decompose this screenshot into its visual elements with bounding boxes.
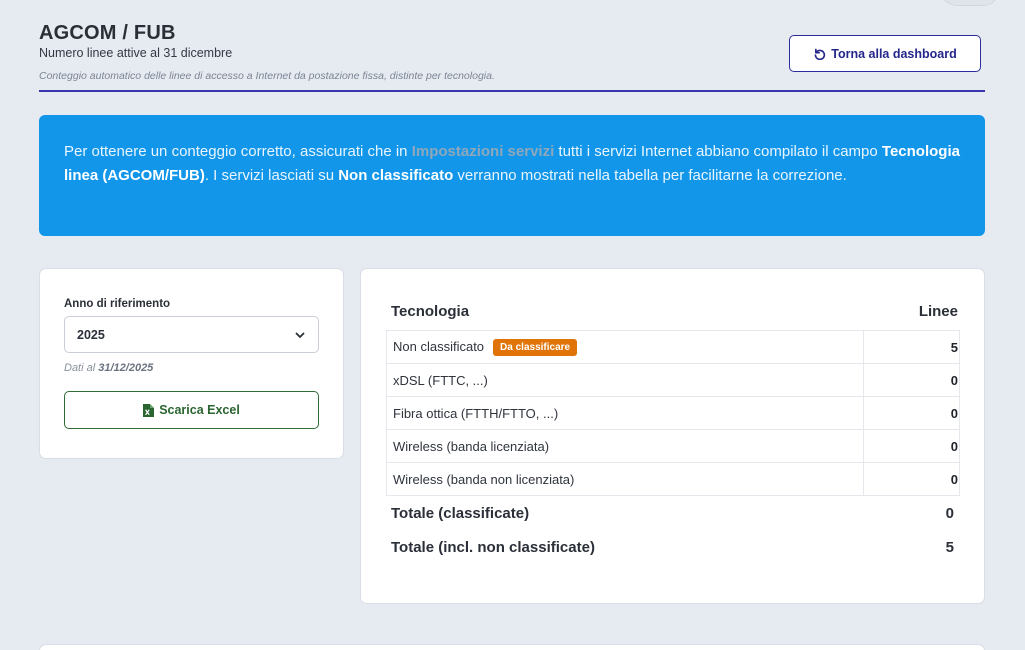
info-text-4: verranno mostrati nella tabella per faci… [453,167,847,184]
data-date-value: 31/12/2025 [98,362,154,374]
status-badge: Da classificare [493,338,578,356]
row-technology: Fibra ottica (FTTH/FTTO, ...) [386,396,864,430]
table-row: xDSL (FTTC, ...) 0 [386,363,960,397]
next-section-card [39,644,985,650]
row-lines: 0 [863,429,960,463]
row-technology-label: Non classificato [393,338,485,354]
data-date-note: Dati al 31/12/2025 [64,362,319,374]
data-date-prefix: Dati al [64,362,96,374]
year-label: Anno di riferimento [64,298,171,310]
total-classified-value: 0 [945,505,954,522]
info-text-2: tutti i servizi Internet abbiano compila… [554,143,882,160]
table-row: Wireless (banda licenziata) 0 [386,429,960,463]
year-select[interactable]: 2025 [64,316,319,353]
download-excel-button[interactable]: Scarica Excel [64,391,319,429]
filters-card: Anno di riferimento 2025 Dati al 31/12/2… [39,268,344,459]
col-header-technology: Tecnologia [391,303,470,320]
info-text-1: Per ottenere un conteggio corretto, assi… [64,143,412,160]
total-all-row: Totale (incl. non classificate) 5 [391,539,954,556]
total-classified-row: Totale (classificate) 0 [391,505,954,522]
header-divider [39,90,985,92]
top-right-ghost [940,0,1000,6]
total-all-label: Totale (incl. non classificate) [391,539,595,556]
row-lines: 5 [863,330,960,364]
lines-table-card: Tecnologia Linee Non classificato Da clas… [360,268,985,604]
info-bold-2: Non classificato [338,167,454,184]
row-technology: Wireless (banda non licenziata) [386,462,864,496]
back-to-dashboard-button[interactable]: Torna alla dashboard [789,35,981,72]
table-row: Non classificato Da classificare 5 [386,330,960,364]
excel-file-icon [143,403,155,417]
table-header: Tecnologia Linee [391,303,958,321]
year-select-value: 2025 [77,327,105,342]
chevron-down-icon [295,332,305,338]
table-row: Fibra ottica (FTTH/FTTO, ...) 0 [386,396,960,430]
back-button-label: Torna alla dashboard [831,46,957,61]
info-text-3: . I servizi lasciati su [204,167,339,184]
page-header: AGCOM / FUB Numero linee attive al 31 di… [39,22,985,92]
total-classified-label: Totale (classificate) [391,505,530,522]
total-all-value: 5 [945,539,954,556]
row-technology: Non classificato Da classificare [386,330,864,364]
row-technology: xDSL (FTTC, ...) [386,363,864,397]
impostazioni-servizi-link[interactable]: Impostazioni servizi [412,143,555,160]
row-lines: 0 [863,363,960,397]
row-lines: 0 [863,462,960,496]
excel-button-label: Scarica Excel [159,403,240,417]
info-banner: Per ottenere un conteggio corretto, assi… [39,115,985,236]
undo-arrow-icon [814,48,826,60]
row-technology: Wireless (banda licenziata) [386,429,864,463]
lines-table: Non classificato Da classificare 5 xDSL (… [386,330,960,496]
table-row: Wireless (banda non licenziata) 0 [386,462,960,496]
col-header-lines: Linee [918,303,958,320]
row-lines: 0 [863,396,960,430]
